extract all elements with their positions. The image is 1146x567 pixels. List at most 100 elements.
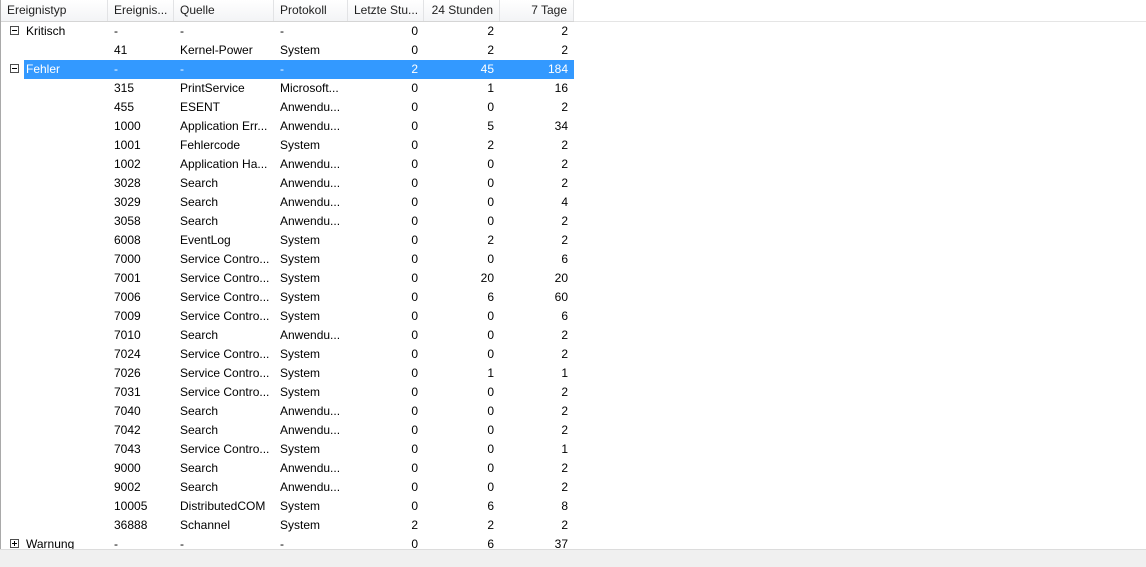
- cell-count-24h: 45: [480, 62, 494, 76]
- horizontal-scrollbar[interactable]: [0, 549, 1146, 567]
- cell-count-24h: 1: [487, 366, 494, 380]
- event-row[interactable]: 3029 Search Anwendu... 0 0 4: [1, 193, 1146, 212]
- event-row[interactable]: 7000 Service Contro... System 0 0 6: [1, 250, 1146, 269]
- event-row[interactable]: 7026 Service Contro... System 0 1 1: [1, 364, 1146, 383]
- column-header-7-days[interactable]: 7 Tage: [500, 0, 574, 21]
- event-row[interactable]: 455 ESENT Anwendu... 0 0 2: [1, 98, 1146, 117]
- event-row[interactable]: 3028 Search Anwendu... 0 0 2: [1, 174, 1146, 193]
- minus-box-icon[interactable]: [10, 64, 19, 73]
- cell-event-id: 9000: [114, 461, 141, 475]
- group-row-kritisch[interactable]: Kritisch - - - 0 2 2: [1, 22, 1146, 41]
- cell-event-id: 7024: [114, 347, 141, 361]
- minus-box-icon[interactable]: [10, 26, 19, 35]
- cell-count-7d: 2: [561, 233, 568, 247]
- event-row[interactable]: 7006 Service Contro... System 0 6 60: [1, 288, 1146, 307]
- event-row[interactable]: 36888 Schannel System 2 2 2: [1, 516, 1146, 535]
- cell-log: Anwendu...: [280, 328, 341, 342]
- event-summary-window: Ereignistyp Ereignis... Quelle Protokoll…: [0, 0, 1146, 567]
- cell-source: DistributedCOM: [180, 499, 266, 513]
- cell-count-7d: 6: [561, 309, 568, 323]
- cell-count-7d: 16: [554, 81, 568, 95]
- cell-last-hour: 0: [411, 24, 418, 38]
- event-row[interactable]: 41 Kernel-Power System 0 2 2: [1, 41, 1146, 60]
- cell-count-7d: 2: [561, 461, 568, 475]
- column-header-24-hours[interactable]: 24 Stunden: [424, 0, 500, 21]
- event-row[interactable]: 7031 Service Contro... System 0 0 2: [1, 383, 1146, 402]
- cell-last-hour: 0: [411, 385, 418, 399]
- cell-log: Anwendu...: [280, 214, 341, 228]
- cell-log: Anwendu...: [280, 480, 341, 494]
- cell-source: Search: [180, 461, 219, 475]
- event-row[interactable]: 7043 Service Contro... System 0 0 1: [1, 440, 1146, 459]
- column-header-event-id[interactable]: Ereignis...: [108, 0, 174, 21]
- event-row[interactable]: 1001 Fehlercode System 0 2 2: [1, 136, 1146, 155]
- cell-source: Service Contro...: [180, 290, 270, 304]
- cell-event-id: 3058: [114, 214, 141, 228]
- cell-count-24h: 6: [487, 499, 494, 513]
- cell-last-hour: 0: [411, 43, 418, 57]
- cell-last-hour: 2: [411, 62, 418, 76]
- cell-last-hour: 0: [411, 404, 418, 418]
- column-header-event-type[interactable]: Ereignistyp: [1, 0, 108, 21]
- cell-log: System: [280, 518, 321, 532]
- cell-count-24h: 5: [487, 119, 494, 133]
- cell-last-hour: 0: [411, 138, 418, 152]
- cell-event-id: 7009: [114, 309, 141, 323]
- cell-count-7d: 2: [561, 518, 568, 532]
- cell-count-24h: 2: [487, 138, 494, 152]
- plus-box-icon[interactable]: [10, 539, 19, 548]
- event-row[interactable]: 7040 Search Anwendu... 0 0 2: [1, 402, 1146, 421]
- event-row[interactable]: 10005 DistributedCOM System 0 6 8: [1, 497, 1146, 516]
- cell-last-hour: 0: [411, 347, 418, 361]
- event-row[interactable]: 9002 Search Anwendu... 0 0 2: [1, 478, 1146, 497]
- column-header-log[interactable]: Protokoll: [274, 0, 348, 21]
- cell-count-24h: 0: [487, 100, 494, 114]
- event-row[interactable]: 7001 Service Contro... System 0 20 20: [1, 269, 1146, 288]
- cell-count-7d: 2: [561, 404, 568, 418]
- cell-count-24h: 2: [487, 43, 494, 57]
- cell-count-24h: 0: [487, 195, 494, 209]
- cell-count-7d: 2: [561, 100, 568, 114]
- cell-count-7d: 2: [561, 157, 568, 171]
- cell-source: Service Contro...: [180, 442, 270, 456]
- cell-count-24h: 0: [487, 442, 494, 456]
- cell-log: -: [280, 24, 284, 38]
- cell-count-24h: 1: [487, 81, 494, 95]
- event-row[interactable]: 7024 Service Contro... System 0 0 2: [1, 345, 1146, 364]
- event-row[interactable]: 9000 Search Anwendu... 0 0 2: [1, 459, 1146, 478]
- cell-log: System: [280, 233, 321, 247]
- cell-count-24h: 0: [487, 328, 494, 342]
- event-row[interactable]: 3058 Search Anwendu... 0 0 2: [1, 212, 1146, 231]
- cell-count-7d: 1: [561, 366, 568, 380]
- event-row[interactable]: 7042 Search Anwendu... 0 0 2: [1, 421, 1146, 440]
- cell-count-7d: 2: [561, 480, 568, 494]
- cell-source: Application Ha...: [180, 157, 268, 171]
- cell-log: System: [280, 252, 321, 266]
- event-row[interactable]: 1002 Application Ha... Anwendu... 0 0 2: [1, 155, 1146, 174]
- cell-source: Schannel: [180, 518, 231, 532]
- cell-log: Anwendu...: [280, 404, 341, 418]
- event-row[interactable]: 6008 EventLog System 0 2 2: [1, 231, 1146, 250]
- cell-count-24h: 0: [487, 347, 494, 361]
- cell-source: ESENT: [180, 100, 221, 114]
- column-header-source[interactable]: Quelle: [174, 0, 274, 21]
- event-row[interactable]: 7010 Search Anwendu... 0 0 2: [1, 326, 1146, 345]
- cell-source: Service Contro...: [180, 366, 270, 380]
- group-row-fehler[interactable]: Fehler - - - 2 45 184: [1, 60, 1146, 79]
- cell-event-id: 7010: [114, 328, 141, 342]
- event-tree-list: Kritisch - - -0 2 2 41 Kernel-Power System 0 2 2 Feh…: [1, 22, 1146, 554]
- cell-count-24h: 0: [487, 480, 494, 494]
- column-header-last-hour[interactable]: Letzte Stu...: [348, 0, 424, 21]
- event-row[interactable]: 315 PrintService Microsoft... 0 1 16: [1, 79, 1146, 98]
- cell-count-24h: 2: [487, 24, 494, 38]
- cell-source: EventLog: [180, 233, 231, 247]
- event-row[interactable]: 1000 Application Err... Anwendu... 0 5 34: [1, 117, 1146, 136]
- cell-event-id: -: [114, 62, 118, 76]
- cell-count-7d: 2: [561, 176, 568, 190]
- cell-count-24h: 20: [480, 271, 494, 285]
- event-row[interactable]: 7009 Service Contro... System 0 0 6: [1, 307, 1146, 326]
- cell-count-7d: 60: [554, 290, 568, 304]
- cell-log: Microsoft...: [280, 81, 339, 95]
- cell-count-7d: 2: [561, 385, 568, 399]
- cell-count-7d: 184: [547, 62, 568, 76]
